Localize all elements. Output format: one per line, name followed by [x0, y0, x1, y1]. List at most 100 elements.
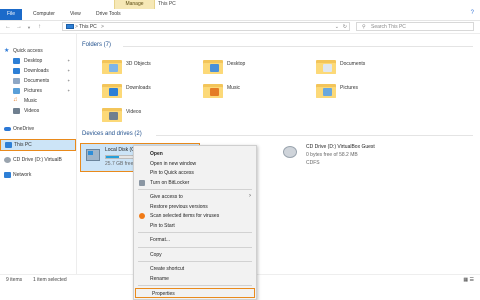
- sidebar-item-label: OneDrive: [13, 126, 35, 132]
- sidebar-item-pictures[interactable]: Pictures ✦: [0, 86, 76, 96]
- menu-item-pin-to-start[interactable]: Pin to Start: [134, 221, 256, 231]
- pin-icon[interactable]: ✦: [67, 88, 70, 93]
- sidebar-item-label: Videos: [24, 108, 40, 114]
- menu-separator: [138, 189, 252, 190]
- sidebar-item-music[interactable]: ♫ Music: [0, 96, 76, 106]
- menu-item-label: Pin to Start: [150, 222, 175, 229]
- folder-name: Music: [227, 85, 241, 91]
- desktop-icon: [13, 58, 20, 64]
- bitlocker-icon: [139, 179, 145, 186]
- recent-dropdown-icon[interactable]: ▼: [27, 25, 31, 30]
- selection-count: 1 item selected: [33, 277, 67, 283]
- antivirus-icon: [139, 213, 145, 219]
- computer-icon: [5, 142, 12, 148]
- sidebar-item-onedrive[interactable]: OneDrive: [0, 124, 76, 134]
- menu-item-create-shortcut[interactable]: Create shortcut: [134, 264, 256, 274]
- drive-free-space: 25.7 GB free: [105, 161, 134, 167]
- menu-item-turn-on-bitlocker[interactable]: Turn on BitLocker: [134, 178, 256, 188]
- pin-icon[interactable]: ✦: [67, 78, 70, 83]
- tab-drive-tools[interactable]: Drive Tools: [96, 11, 121, 17]
- back-icon[interactable]: ←: [5, 24, 11, 30]
- drive-usage-bar: [105, 155, 135, 159]
- search-placeholder: Search This PC: [371, 24, 406, 30]
- chevron-down-icon[interactable]: ⌄: [335, 24, 339, 30]
- pictures-icon: [13, 88, 20, 94]
- sidebar-item-label: Pictures: [24, 88, 43, 94]
- address-bar[interactable]: > This PC > ⌄ ↻: [62, 22, 350, 31]
- search-icon: ⚲: [362, 24, 366, 30]
- sidebar-item-downloads[interactable]: Downloads ✦: [0, 66, 76, 76]
- sidebar-item-cd-drive[interactable]: CD Drive (D:) VirtualB: [0, 155, 76, 165]
- menu-item-label: Give access to: [150, 194, 183, 200]
- menu-item-label: Properties: [152, 291, 175, 297]
- menu-item-scan-selected-items-for-viruses[interactable]: Scan selected items for viruses: [134, 211, 256, 221]
- menu-item-label: Pin to Quick access: [150, 170, 194, 176]
- cd-icon: [283, 146, 297, 158]
- address-path: This PC: [79, 24, 97, 30]
- sidebar-item-label: Desktop: [24, 58, 43, 64]
- sidebar-item-label: Documents: [24, 78, 50, 84]
- menu-item-pin-to-quick-access[interactable]: Pin to Quick access: [134, 168, 256, 178]
- menu-item-give-access-to[interactable]: Give access to ›: [134, 192, 256, 202]
- network-icon: [4, 172, 11, 178]
- menu-separator: [138, 261, 252, 262]
- pin-icon[interactable]: ✦: [67, 68, 70, 73]
- sidebar-item-label: Quick access: [13, 48, 43, 54]
- chevron-right-icon: ›: [249, 193, 251, 199]
- sidebar-item-videos[interactable]: Videos: [0, 106, 76, 116]
- manage-contextual-tab[interactable]: Manage: [114, 0, 155, 9]
- documents-icon: [13, 78, 20, 84]
- group-divider: [123, 46, 473, 47]
- star-icon: ★: [4, 48, 10, 54]
- help-icon[interactable]: ?: [471, 10, 474, 16]
- folder-name: Pictures: [340, 85, 359, 91]
- folder-name: Documents: [340, 61, 366, 67]
- refresh-icon[interactable]: ↻: [343, 24, 347, 30]
- menu-item-label: Copy: [150, 251, 162, 258]
- sidebar-item-network[interactable]: Network: [0, 170, 76, 180]
- navigation-pane: ★ Quick access Desktop ✦ Downloads ✦ Doc…: [0, 34, 77, 274]
- menu-item-open-in-new-window[interactable]: Open in new window: [134, 159, 256, 169]
- menu-separator: [138, 232, 252, 233]
- search-input[interactable]: ⚲ Search This PC: [356, 22, 474, 31]
- menu-item-label: Format...: [150, 237, 171, 243]
- menu-item-properties[interactable]: Properties: [135, 288, 255, 298]
- sidebar-item-label: CD Drive (D:) VirtualB: [13, 157, 62, 163]
- sidebar-item-label: This PC: [14, 142, 32, 148]
- window-title: This PC: [158, 1, 176, 7]
- up-icon[interactable]: ↑: [38, 24, 41, 30]
- drive-usage-fill: [106, 156, 119, 158]
- forward-icon[interactable]: →: [16, 24, 22, 30]
- menu-item-label: Create shortcut: [150, 266, 185, 272]
- menu-item-rename[interactable]: Rename: [134, 274, 256, 284]
- music-icon: ♫: [13, 97, 18, 103]
- folder-name: 3D Objects: [126, 61, 151, 67]
- tab-view[interactable]: View: [70, 11, 81, 17]
- context-menu: Open Open in new window Pin to Quick acces…: [133, 145, 257, 300]
- menu-item-open[interactable]: Open: [134, 149, 256, 159]
- sidebar-item-documents[interactable]: Documents ✦: [0, 76, 76, 86]
- menu-item-restore-previous-versions[interactable]: Restore previous versions: [134, 202, 256, 212]
- downloads-icon: [13, 68, 20, 74]
- sidebar-item-quick-access[interactable]: ★ Quick access: [0, 46, 76, 56]
- pin-icon[interactable]: ✦: [67, 58, 70, 63]
- sidebar-item-label: Network: [13, 172, 32, 178]
- tab-file[interactable]: File: [0, 9, 22, 20]
- menu-item-label: Turn on BitLocker: [150, 179, 190, 186]
- cd-drive-fs: CDFS: [306, 160, 320, 166]
- folders-group-header[interactable]: Folders (7): [82, 42, 111, 48]
- cd-drive-name[interactable]: CD Drive (D:) VirtualBox Guest: [306, 144, 375, 150]
- menu-item-label: Rename: [150, 275, 169, 282]
- folder-name: Videos: [126, 109, 142, 115]
- sidebar-item-desktop[interactable]: Desktop ✦: [0, 56, 76, 66]
- menu-item-copy[interactable]: Copy: [134, 250, 256, 260]
- chevron-right-icon: >: [75, 24, 78, 30]
- menu-item-format[interactable]: Format...: [134, 235, 256, 245]
- sidebar-item-this-pc[interactable]: This PC: [0, 139, 76, 151]
- menu-item-label: Open: [150, 151, 163, 157]
- drives-group-header[interactable]: Devices and drives (2): [82, 131, 142, 137]
- menu-separator: [138, 285, 252, 286]
- tab-computer[interactable]: Computer: [33, 11, 55, 17]
- chevron-right-icon[interactable]: >: [101, 24, 104, 30]
- view-toggle-icons[interactable]: ▦ ☰: [463, 277, 474, 283]
